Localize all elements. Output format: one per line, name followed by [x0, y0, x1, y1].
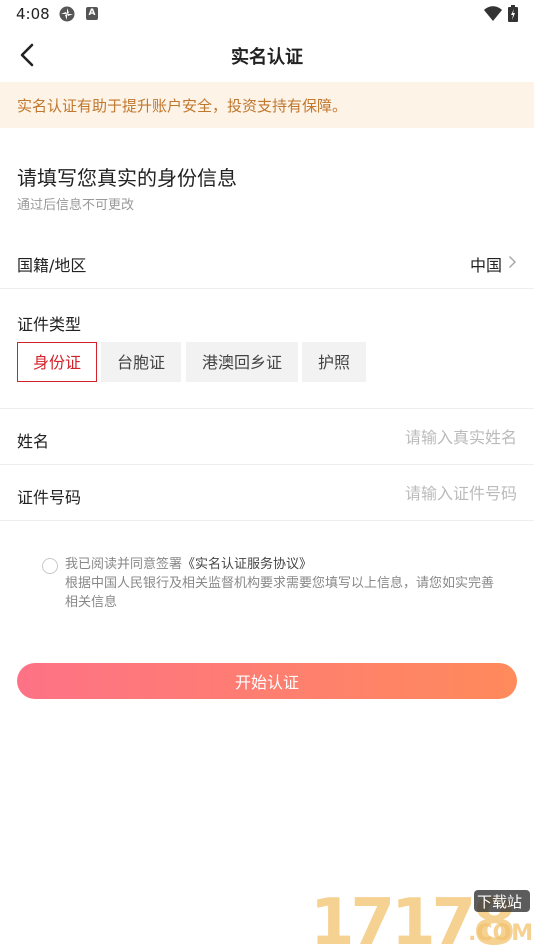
id-type-option-id-card[interactable]: 身份证 — [17, 342, 98, 382]
id-type-label: 证件类型 — [17, 315, 82, 334]
start-verification-button[interactable]: 开始认证 — [17, 663, 517, 699]
region-row[interactable]: 国籍/地区 中国 — [0, 236, 534, 289]
region-label: 国籍/地区 — [17, 256, 87, 275]
id-number-label: 证件号码 — [17, 488, 82, 507]
notice-text: 实名认证有助于提升账户安全，投资支持有保障。 — [17, 97, 348, 115]
agreement-link[interactable]: 《实名认证服务协议》 — [182, 557, 312, 572]
id-type-option-passport[interactable]: 护照 — [302, 342, 367, 382]
page-title: 实名认证 — [231, 47, 303, 68]
region-value: 中国 — [469, 256, 502, 275]
battery-icon — [508, 5, 518, 22]
wifi-icon — [484, 6, 502, 21]
chevron-right-icon — [508, 255, 517, 269]
status-time: 4:08 — [16, 5, 50, 23]
nav-bar: 实名认证 — [0, 30, 534, 80]
agreement-text: 我已阅读并同意签署《实名认证服务协议》 根据中国人民银行及相关监督机构要求需要您… — [65, 555, 505, 612]
app-badge-icon: A — [86, 7, 98, 20]
svg-text:下载站: 下载站 — [477, 893, 522, 911]
id-type-option-taiwan-permit[interactable]: 台胞证 — [101, 342, 182, 382]
notice-banner: 实名认证有助于提升账户安全，投资支持有保障。 — [0, 82, 534, 128]
id-type-option-hk-macau-permit[interactable]: 港澳回乡证 — [186, 342, 299, 382]
id-type-section: 证件类型 身份证 台胞证 港澳回乡证 护照 — [0, 289, 534, 409]
id-number-input[interactable] — [257, 477, 517, 509]
svg-text:.COM: .COM — [468, 921, 532, 946]
agreement-checkbox[interactable] — [42, 558, 58, 574]
watermark-logo: 17178 下载站 .COM — [310, 886, 532, 948]
id-number-row: 证件号码 — [0, 465, 534, 521]
status-bar: 4:08 A — [0, 0, 534, 28]
name-row: 姓名 — [0, 409, 534, 465]
agreement-line: 我已阅读并同意签署《实名认证服务协议》 — [65, 555, 505, 574]
settings-gear-icon — [59, 6, 75, 22]
agreement-prefix: 我已阅读并同意签署 — [65, 557, 183, 572]
form-subheading: 通过后信息不可更改 — [17, 198, 135, 213]
form-heading: 请填写您真实的身份信息 — [17, 166, 237, 190]
name-input[interactable] — [257, 421, 517, 453]
agreement-description: 根据中国人民银行及相关监督机构要求需要您填写以上信息，请您如实完善相关信息 — [65, 576, 495, 610]
name-label: 姓名 — [17, 432, 50, 451]
